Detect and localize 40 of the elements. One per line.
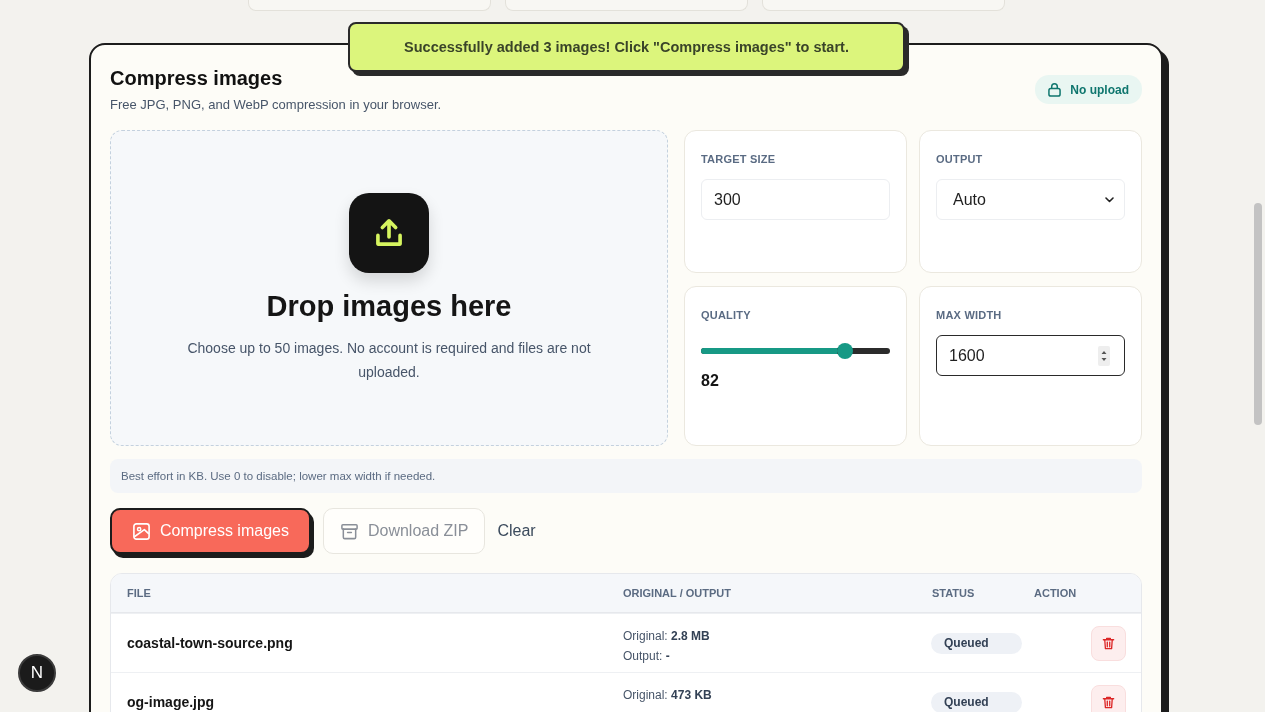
number-field[interactable]: 1600 — [936, 335, 1125, 376]
scrollbar-thumb[interactable] — [1254, 203, 1262, 425]
field-label: OUTPUT — [936, 152, 984, 166]
delete-button[interactable] — [1091, 625, 1126, 661]
slider-value: 82 — [701, 372, 720, 390]
page-title: Compress images — [110, 66, 284, 91]
file-name: og-image.jpg — [127, 694, 215, 710]
status-tag: Queued — [931, 691, 1022, 712]
column-header: STATUS — [931, 587, 976, 599]
column-header: ORIGINAL / OUTPUT — [622, 587, 732, 599]
status-tag: Queued — [931, 632, 1022, 654]
drop-title: Drop images here — [266, 288, 512, 323]
delete-button[interactable] — [1091, 684, 1126, 712]
dev-tools-button[interactable]: N — [18, 654, 56, 692]
column-header: FILE — [126, 587, 152, 599]
archive-icon — [339, 521, 359, 541]
drop-description: Choose up to 50 images. No account is required and files are not uploaded. — [186, 338, 592, 382]
trash-icon — [1101, 635, 1116, 651]
slider-handle[interactable] — [836, 343, 853, 359]
file-name: coastal-town-source.png — [127, 635, 293, 651]
page-subtitle: Free JPG, PNG, and WebP compression in your browser. — [110, 96, 442, 114]
column-header: ACTION — [1033, 587, 1078, 599]
lock-icon — [1048, 82, 1062, 97]
field-label: TARGET SIZE — [701, 152, 777, 166]
output-size: Output: - — [623, 648, 670, 665]
field-label: QUALITY — [701, 308, 752, 322]
original-size: Original: 2.8 MB — [623, 628, 710, 645]
text-field[interactable]: 300 — [701, 179, 890, 220]
hint-text: Best effort in KB. Use 0 to disable; lower max width if needed. — [110, 459, 1142, 493]
spinner-arrows-icon[interactable] — [1098, 345, 1110, 366]
drop-zone[interactable]: Drop images here Choose up to 50 images. No account is required and files are not uploaded. — [110, 130, 668, 446]
original-size: Original: 473 KB — [623, 687, 712, 704]
clear-button[interactable]: Clear — [497, 522, 536, 540]
field-label: MAX WIDTH — [936, 308, 1003, 322]
trash-icon — [1101, 694, 1116, 710]
badge-text: No upload — [1070, 82, 1129, 97]
dropdown-select[interactable]: Auto — [936, 179, 1125, 220]
upload-icon — [349, 192, 429, 273]
chevron-down-icon — [1105, 196, 1114, 203]
image-icon — [132, 521, 151, 541]
